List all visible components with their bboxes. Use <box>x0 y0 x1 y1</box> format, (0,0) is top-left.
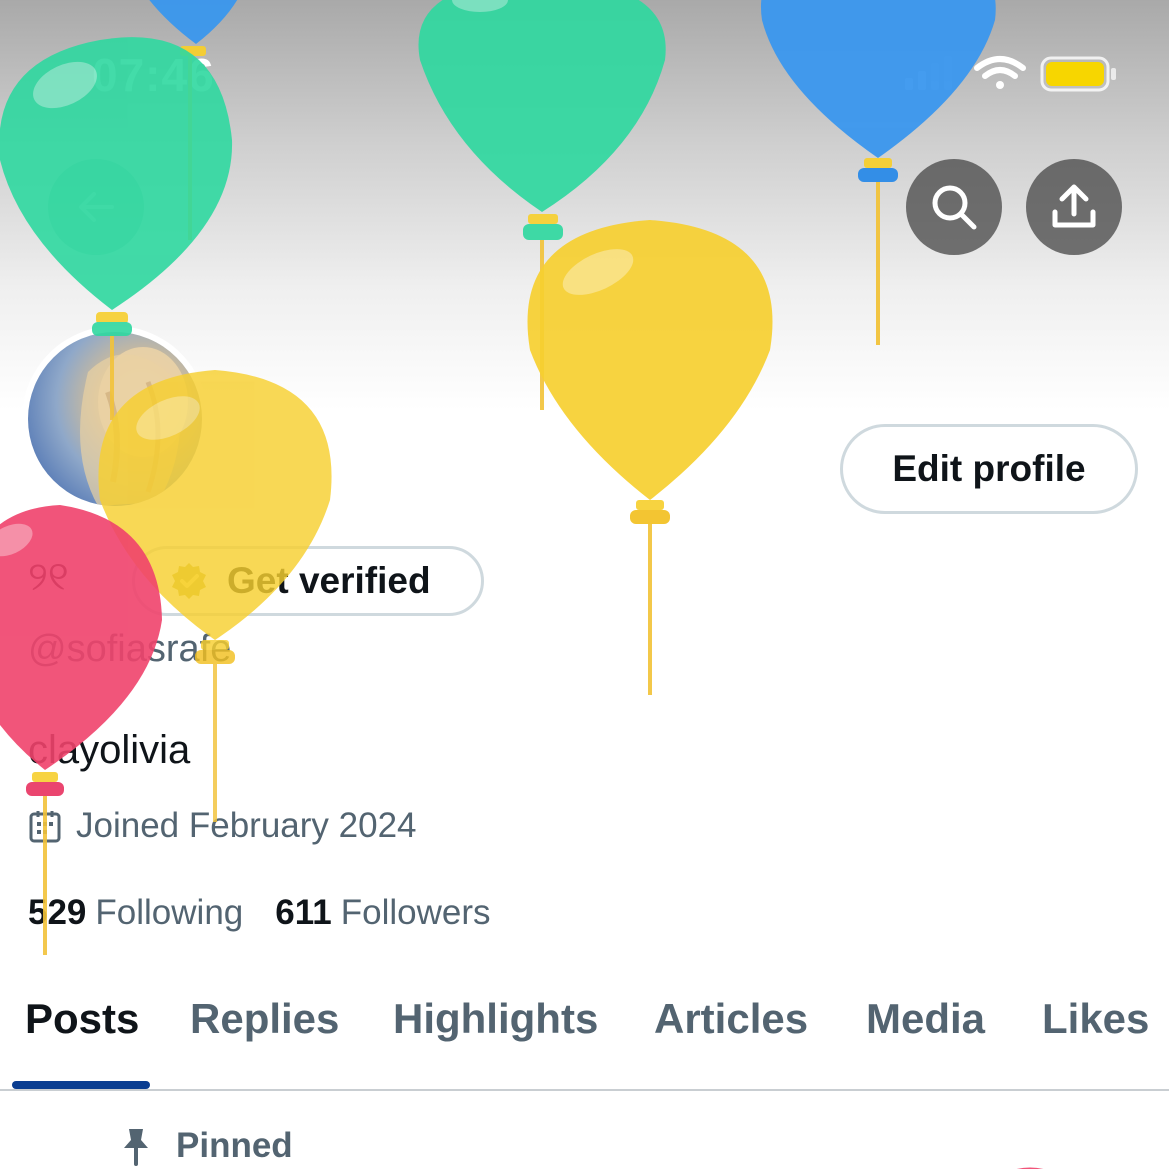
tab-replies[interactable]: Replies <box>190 995 339 1043</box>
avatar-image <box>28 332 202 506</box>
tab-articles[interactable]: Articles <box>654 995 808 1043</box>
pinned-indicator: Pinned <box>120 1126 293 1166</box>
search-icon <box>932 185 977 230</box>
tab-posts[interactable]: Posts <box>25 995 139 1043</box>
active-tab-indicator <box>12 1081 150 1089</box>
following-count: 529 <box>28 893 87 932</box>
tabs-divider <box>0 1089 1169 1091</box>
following-link[interactable]: 529 Following <box>28 893 243 933</box>
tab-highlights[interactable]: Highlights <box>393 995 598 1043</box>
profile-tabs: Posts Replies Highlights Articles Media … <box>0 995 1169 1090</box>
display-name: ୨୧ <box>28 555 69 599</box>
arrow-left-icon <box>79 192 114 222</box>
signal-icon <box>905 56 952 90</box>
pinned-label: Pinned <box>176 1126 293 1165</box>
battery-icon <box>1040 56 1116 92</box>
pin-icon <box>120 1126 152 1166</box>
share-upload-icon <box>1052 184 1096 228</box>
followers-link[interactable]: 611 Followers <box>275 893 490 933</box>
followers-label: Followers <box>340 893 491 932</box>
joined-date: Joined February 2024 <box>28 806 417 846</box>
get-verified-label: Get verified <box>227 560 431 601</box>
verified-badge-icon <box>169 561 209 601</box>
following-label: Following <box>95 893 244 932</box>
followers-count: 611 <box>275 893 332 932</box>
joined-text: Joined February 2024 <box>76 806 417 845</box>
wifi-icon <box>974 56 1026 89</box>
follow-stats: 529 Following 611 Followers <box>28 893 523 933</box>
search-button[interactable] <box>906 159 1002 255</box>
user-handle: @sofiasrafe <box>28 628 232 670</box>
share-button[interactable] <box>1026 159 1122 255</box>
get-verified-button[interactable]: Get verified <box>132 546 484 616</box>
status-icons <box>905 56 1116 92</box>
avatar[interactable] <box>22 326 208 512</box>
calendar-icon <box>28 809 62 843</box>
tab-likes[interactable]: Likes <box>1042 995 1149 1043</box>
status-time: 07:46 <box>92 49 215 101</box>
profile-bio: clayolivia <box>28 728 191 772</box>
edit-profile-button[interactable]: Edit profile <box>840 424 1138 514</box>
tab-media[interactable]: Media <box>866 995 985 1043</box>
back-button[interactable] <box>48 159 144 255</box>
